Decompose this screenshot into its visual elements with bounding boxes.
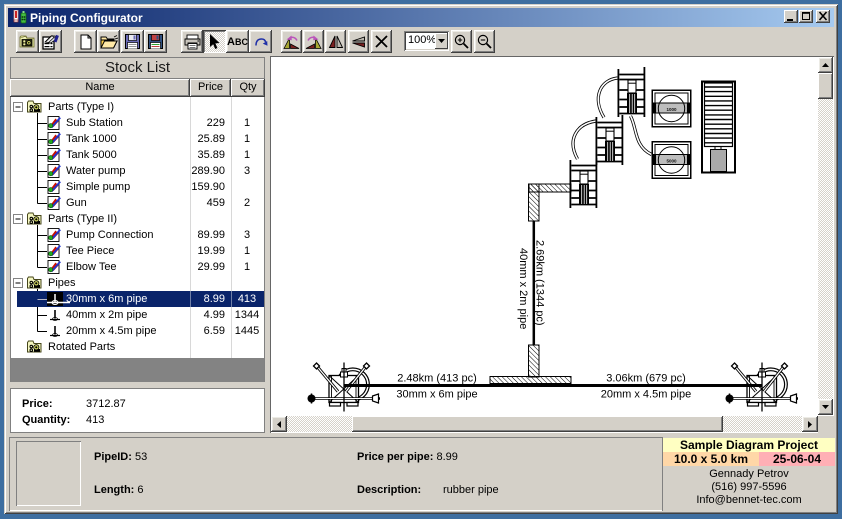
svg-text:5000: 5000 — [666, 159, 677, 164]
svg-text:2.48km (413 pc): 2.48km (413 pc) — [397, 373, 476, 385]
svg-text:2.69km (1344 pc): 2.69km (1344 pc) — [534, 240, 546, 326]
svg-text:30mm x 6m pipe: 30mm x 6m pipe — [396, 389, 477, 401]
svg-text:3.06km (679 pc): 3.06km (679 pc) — [606, 373, 685, 385]
svg-text:1000: 1000 — [666, 107, 677, 112]
svg-text:20mm x 4.5m pipe: 20mm x 4.5m pipe — [601, 389, 691, 401]
svg-text:40mm x 2m pipe: 40mm x 2m pipe — [517, 248, 529, 329]
